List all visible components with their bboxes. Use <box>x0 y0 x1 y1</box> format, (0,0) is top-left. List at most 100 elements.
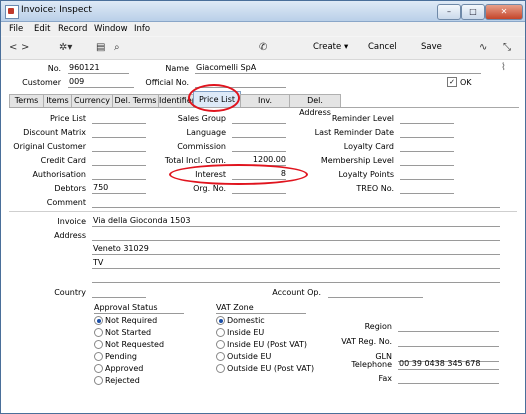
no-label: No. <box>47 64 61 73</box>
radio-inside-eu-post-vat[interactable] <box>216 340 225 349</box>
discount-matrix-field[interactable] <box>92 127 146 138</box>
menu-info[interactable]: Info <box>134 24 150 34</box>
tab-del-terms[interactable]: Del. Terms <box>112 94 159 107</box>
authorisation-field[interactable] <box>92 169 146 180</box>
official-no-label: Official No. <box>145 78 189 87</box>
credit-card-field[interactable] <box>92 155 146 166</box>
window-title: Invoice: Inspect <box>21 5 92 15</box>
price-list-field[interactable] <box>92 113 146 124</box>
gear-icon[interactable]: ✲▾ <box>59 42 72 53</box>
debtors-field[interactable]: 750 <box>92 183 146 194</box>
menu-window[interactable]: Window <box>94 24 128 34</box>
customer-field[interactable]: 009 <box>68 77 134 88</box>
radio-domestic[interactable] <box>216 316 225 325</box>
official-no-field[interactable] <box>195 77 286 88</box>
address-line-5[interactable] <box>92 272 500 283</box>
invoice-window: Invoice: Inspect – □ ✕ File Edit Record … <box>0 0 526 414</box>
radio-rejected[interactable] <box>94 376 103 385</box>
tab-items[interactable]: Items <box>43 94 72 107</box>
activity-icon[interactable]: ∿ <box>479 42 487 53</box>
vat-reg-no-field[interactable] <box>398 336 499 347</box>
country-field[interactable] <box>92 287 146 298</box>
radio-not-requested[interactable] <box>94 340 103 349</box>
ok-checkbox[interactable]: ✓ <box>447 77 457 87</box>
commission-field[interactable] <box>232 141 286 152</box>
maximize-button[interactable]: □ <box>461 4 485 20</box>
loyalty-card-field[interactable] <box>400 141 454 152</box>
invoice-form: No. 960121 Name Giacomelli SpA ⌇ Custome… <box>1 60 525 413</box>
create-button[interactable]: Create ▾ <box>313 42 348 52</box>
sales-group-field[interactable] <box>232 113 286 124</box>
forward-arrow-icon[interactable]: > <box>21 42 29 53</box>
interest-label: Interest <box>195 170 226 179</box>
tab-currency[interactable]: Currency <box>71 94 113 107</box>
pending-label: Pending <box>105 352 137 361</box>
menu-file[interactable]: File <box>9 24 23 34</box>
address-line-3[interactable]: Veneto 31029 <box>92 244 500 255</box>
debtors-label: Debtors <box>54 184 86 193</box>
sales-group-label: Sales Group <box>177 114 226 123</box>
language-field[interactable] <box>232 127 286 138</box>
radio-outside-eu-post-vat[interactable] <box>216 364 225 373</box>
radio-inside-eu[interactable] <box>216 328 225 337</box>
telephone-field[interactable]: 00 39 0438 345 678 <box>398 359 499 370</box>
minimize-button[interactable]: – <box>437 4 461 20</box>
approved-label: Approved <box>105 364 144 373</box>
comment-field[interactable] <box>92 197 500 208</box>
no-field[interactable]: 960121 <box>68 63 129 74</box>
outside-eu-label: Outside EU <box>227 352 272 361</box>
back-arrow-icon[interactable]: < <box>9 42 17 53</box>
approval-status-title: Approval Status <box>94 303 158 312</box>
loyalty-card-label: Loyalty Card <box>343 142 394 151</box>
radio-pending[interactable] <box>94 352 103 361</box>
radio-approved[interactable] <box>94 364 103 373</box>
phone-icon[interactable]: ✆ <box>259 42 267 53</box>
total-incl-com-label: Total Incl. Com. <box>164 156 226 165</box>
total-incl-com-field[interactable]: 1200.00 <box>232 155 286 166</box>
interest-field[interactable]: 8 <box>232 169 286 180</box>
reminder-level-field[interactable] <box>400 113 454 124</box>
loyalty-points-field[interactable] <box>400 169 454 180</box>
menu-edit[interactable]: Edit <box>34 24 50 34</box>
not-requested-label: Not Requested <box>105 340 165 349</box>
treo-no-field[interactable] <box>400 183 454 194</box>
attachment-icon[interactable]: ⌇ <box>501 62 506 73</box>
save-button[interactable]: Save <box>421 42 442 52</box>
tab-price-list[interactable]: Price List <box>193 91 241 107</box>
print-icon[interactable]: ▤ <box>96 42 105 53</box>
membership-level-field[interactable] <box>400 155 454 166</box>
menu-record[interactable]: Record <box>58 24 87 34</box>
not-required-label: Not Required <box>105 316 158 325</box>
inside-eu-label: Inside EU <box>227 328 265 337</box>
name-label: Name <box>165 64 189 73</box>
comment-label: Comment <box>46 198 86 207</box>
last-reminder-date-field[interactable] <box>400 127 454 138</box>
discount-matrix-label: Discount Matrix <box>23 128 86 137</box>
expand-icon[interactable]: ⤡ <box>503 42 511 53</box>
tab-inv-address[interactable]: Inv. Address <box>240 94 290 107</box>
address-line-1[interactable]: Via della Gioconda 1503 <box>92 216 500 227</box>
org-no-field[interactable] <box>232 183 286 194</box>
region-field[interactable] <box>398 321 499 332</box>
credit-card-label: Credit Card <box>40 156 86 165</box>
account-op-field[interactable] <box>328 287 423 298</box>
tab-del-address[interactable]: Del. Address <box>289 94 341 117</box>
radio-not-started[interactable] <box>94 328 103 337</box>
menu-bar: File Edit Record Window Info <box>1 22 525 36</box>
address-line-2[interactable] <box>92 230 500 241</box>
not-started-label: Not Started <box>105 328 152 337</box>
tab-terms[interactable]: Terms <box>9 94 44 107</box>
close-button[interactable]: ✕ <box>485 4 523 20</box>
vat-reg-no-label: VAT Reg. No. <box>341 337 392 346</box>
outside-eu-post-vat-label: Outside EU (Post VAT) <box>227 364 315 373</box>
vat-zone-title: VAT Zone <box>216 303 254 312</box>
tab-identifiers[interactable]: Identifiers <box>158 94 194 107</box>
address-line-4[interactable]: TV <box>92 258 500 269</box>
fax-field[interactable] <box>398 373 499 384</box>
original-customer-field[interactable] <box>92 141 146 152</box>
radio-not-required[interactable] <box>94 316 103 325</box>
name-field[interactable]: Giacomelli SpA <box>195 63 481 74</box>
cancel-button[interactable]: Cancel <box>368 42 397 52</box>
radio-outside-eu[interactable] <box>216 352 225 361</box>
print-preview-icon[interactable]: ⌕ <box>114 42 120 53</box>
